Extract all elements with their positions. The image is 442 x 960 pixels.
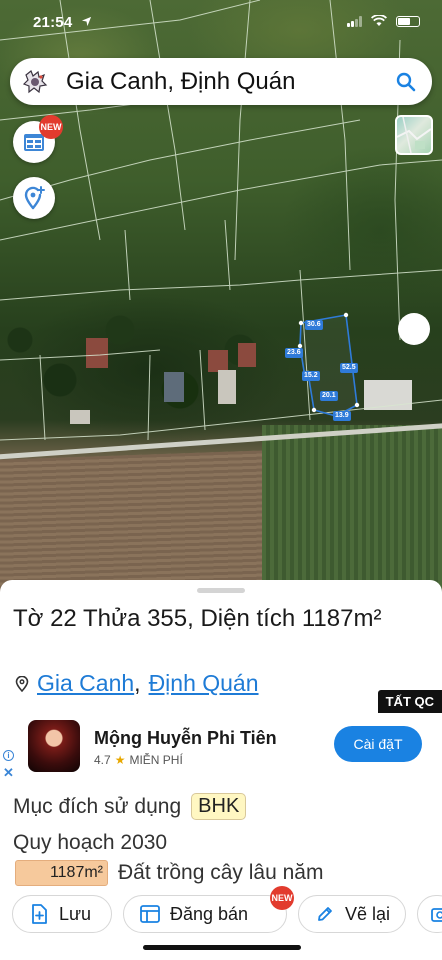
post-label: Đăng bán [170, 903, 249, 924]
sheet-drag-handle[interactable] [197, 588, 245, 593]
parcel-title: Tờ 22 Thửa 355, Diện tích 1187m² [13, 605, 382, 632]
parcel-location: Gia Canh , Định Quán [15, 670, 259, 697]
plan-label: Quy hoạch 2030 [13, 831, 168, 854]
ad-close-icon[interactable]: ✕ [3, 765, 14, 781]
ad-info-icon[interactable]: i [3, 750, 14, 761]
action-bar: Lưu Đăng bán NEW Vẽ lại [12, 886, 442, 935]
save-button[interactable]: Lưu [12, 895, 112, 933]
redraw-label: Vẽ lại [345, 903, 391, 924]
map-layer-toggle[interactable] [395, 115, 433, 155]
district-link[interactable]: Định Quán [149, 670, 259, 697]
dimension-label: 23.6 [285, 348, 303, 358]
app-logo-icon[interactable] [18, 65, 52, 99]
pencil-icon [315, 904, 335, 924]
camera-icon [430, 904, 442, 924]
more-actions-button[interactable] [417, 895, 442, 933]
status-bar: 21:54 [0, 0, 442, 44]
dimension-label: 30.6 [305, 320, 323, 330]
dimension-label: 20.1 [320, 391, 338, 401]
search-query[interactable]: Gia Canh, Định Quán [66, 68, 386, 96]
location-pin-icon [15, 675, 29, 692]
map-control-dot[interactable] [398, 313, 430, 345]
add-pin-icon [24, 186, 45, 210]
new-badge: NEW [39, 115, 63, 139]
dimension-label: 52.5 [340, 363, 358, 373]
signal-icon [347, 15, 362, 27]
ad-banner[interactable]: i ✕ Mộng Huyễn Phi Tiên 4.7 ★ MIỄN PHÍ C… [0, 712, 442, 780]
ad-price: MIỄN PHÍ [129, 753, 183, 767]
add-bookmark-icon [29, 904, 49, 924]
zone-label: Đất trồng cây lâu năm [118, 861, 324, 884]
ad-meta: 4.7 ★ MIỄN PHÍ [94, 753, 183, 767]
status-time: 21:54 [33, 14, 73, 31]
redraw-button[interactable]: Vẽ lại [298, 895, 406, 933]
ad-app-name[interactable]: Mộng Huyễn Phi Tiên [94, 728, 277, 749]
search-icon[interactable] [386, 62, 426, 102]
wifi-icon [371, 15, 387, 26]
hide-ads-button[interactable]: TẤT QC [377, 690, 442, 713]
post-listing-button[interactable]: Đăng bán NEW [123, 886, 294, 933]
ad-rating: 4.7 [94, 753, 111, 767]
battery-icon [396, 15, 420, 27]
news-button[interactable]: NEW [13, 115, 63, 163]
search-bar[interactable]: Gia Canh, Định Quán [10, 58, 432, 105]
area-chip: 1187m² [15, 860, 108, 886]
listing-grid-icon [140, 904, 160, 924]
zone-row: 1187m² Đất trồng cây lâu năm [15, 860, 323, 886]
install-button[interactable]: Cài đặT [334, 726, 422, 762]
dimension-label: 13.9 [333, 411, 351, 421]
location-arrow-icon [81, 16, 92, 27]
add-location-button[interactable] [13, 177, 55, 219]
parcel-info-sheet[interactable]: Tờ 22 Thửa 355, Diện tích 1187m² Gia Can… [0, 580, 442, 960]
location-separator: , [134, 670, 141, 696]
purpose-code-chip[interactable]: BHK [191, 793, 247, 820]
purpose-label: Mục đích sử dụng [13, 794, 182, 818]
star-icon: ★ [114, 753, 126, 767]
ad-app-icon[interactable] [28, 720, 80, 772]
home-indicator[interactable] [143, 945, 301, 950]
commune-link[interactable]: Gia Canh [37, 670, 134, 697]
dimension-label: 15.2 [302, 371, 320, 381]
land-purpose-row: Mục đích sử dụng BHK [13, 793, 247, 820]
new-badge: NEW [270, 886, 294, 910]
save-label: Lưu [59, 903, 92, 924]
